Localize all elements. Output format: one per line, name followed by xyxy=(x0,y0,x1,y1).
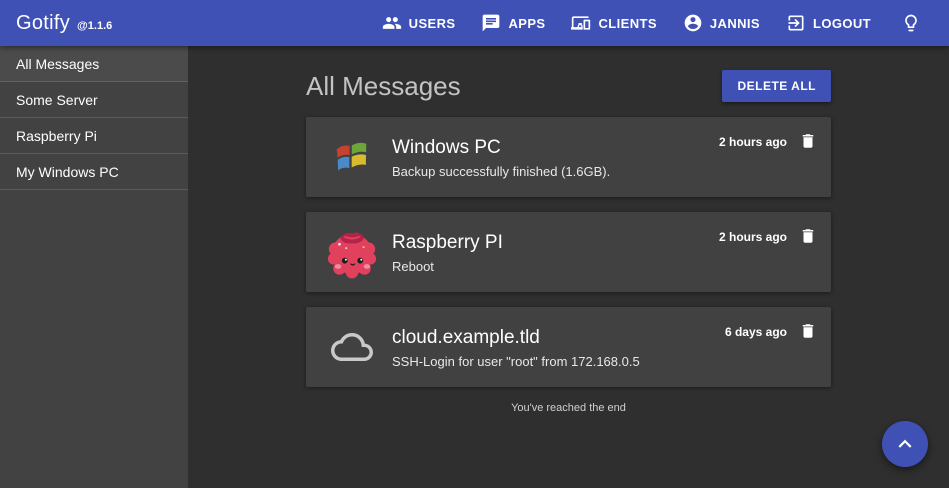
account-icon xyxy=(683,13,703,33)
brand: Gotify @1.1.6 xyxy=(16,12,112,35)
nav-apps-label: APPS xyxy=(508,16,545,31)
message-title: Raspberry PI xyxy=(392,232,719,254)
content-header: All Messages DELETE ALL xyxy=(306,71,831,101)
nav-logout-button[interactable]: LOGOUT xyxy=(774,5,883,41)
message-title: cloud.example.tld xyxy=(392,327,725,349)
apps-icon xyxy=(481,13,501,33)
delete-message-button[interactable] xyxy=(799,132,817,150)
message-card-cloud-example: cloud.example.tld SSH-Login for user "ro… xyxy=(306,307,831,387)
theme-toggle-button[interactable] xyxy=(891,5,931,41)
message-card-raspberry-pi: Raspberry PI Reboot 2 hours ago xyxy=(306,212,831,292)
message-content: Windows PC Backup successfully finished … xyxy=(392,135,719,179)
sidebar-item-label: Raspberry Pi xyxy=(16,128,97,144)
nav-account-label: JANNIS xyxy=(710,16,760,31)
sidebar-item-label: Some Server xyxy=(16,92,98,108)
nav-users-button[interactable]: USERS xyxy=(370,5,468,41)
app-version: @1.1.6 xyxy=(77,20,112,32)
main-area: All Messages DELETE ALL Windows PC Backu… xyxy=(188,46,949,488)
page-title: All Messages xyxy=(306,71,461,102)
message-meta: 6 days ago xyxy=(725,307,817,340)
nav-apps-button[interactable]: APPS xyxy=(469,5,557,41)
message-title: Windows PC xyxy=(392,137,719,159)
sidebar: All Messages Some Server Raspberry Pi My… xyxy=(0,46,188,488)
trash-icon xyxy=(799,227,817,245)
message-text: Reboot xyxy=(392,259,719,274)
sidebar-item-some-server[interactable]: Some Server xyxy=(0,82,188,118)
users-icon xyxy=(382,13,402,33)
message-timestamp: 2 hours ago xyxy=(719,229,787,245)
app-bar: Gotify @1.1.6 USERS APPS CLIENTS JANNIS … xyxy=(0,0,949,46)
message-meta: 2 hours ago xyxy=(719,117,817,150)
scroll-to-top-button[interactable] xyxy=(882,421,928,467)
app-nav: USERS APPS CLIENTS JANNIS LOGOUT xyxy=(370,5,931,41)
chevron-up-icon xyxy=(892,431,918,457)
message-meta: 2 hours ago xyxy=(719,212,817,245)
delete-message-button[interactable] xyxy=(799,227,817,245)
trash-icon xyxy=(799,132,817,150)
raspberry-logo xyxy=(324,225,380,279)
sidebar-item-all-messages[interactable]: All Messages xyxy=(0,46,188,82)
windows-logo xyxy=(324,136,380,178)
message-card-windows-pc: Windows PC Backup successfully finished … xyxy=(306,117,831,197)
clients-icon xyxy=(571,13,591,33)
sidebar-item-raspberry-pi[interactable]: Raspberry Pi xyxy=(0,118,188,154)
sidebar-item-label: My Windows PC xyxy=(16,164,119,180)
sidebar-item-my-windows-pc[interactable]: My Windows PC xyxy=(0,154,188,190)
nav-users-label: USERS xyxy=(409,16,456,31)
message-timestamp: 6 days ago xyxy=(725,324,787,340)
delete-all-button[interactable]: DELETE ALL xyxy=(722,70,831,102)
lightbulb-icon xyxy=(901,13,921,33)
message-timestamp: 2 hours ago xyxy=(719,134,787,150)
nav-clients-label: CLIENTS xyxy=(598,16,656,31)
message-content: Raspberry PI Reboot xyxy=(392,230,719,274)
app-title: Gotify xyxy=(16,12,70,35)
end-of-list-text: You've reached the end xyxy=(306,402,831,414)
message-content: cloud.example.tld SSH-Login for user "ro… xyxy=(392,325,725,369)
sidebar-item-label: All Messages xyxy=(16,56,99,72)
trash-icon xyxy=(799,322,817,340)
message-text: Backup successfully finished (1.6GB). xyxy=(392,164,719,179)
nav-clients-button[interactable]: CLIENTS xyxy=(559,5,668,41)
message-text: SSH-Login for user "root" from 172.168.0… xyxy=(392,354,725,369)
delete-message-button[interactable] xyxy=(799,322,817,340)
cloud-icon xyxy=(324,326,380,368)
logout-icon xyxy=(786,13,806,33)
nav-logout-label: LOGOUT xyxy=(813,16,871,31)
nav-account-button[interactable]: JANNIS xyxy=(671,5,772,41)
